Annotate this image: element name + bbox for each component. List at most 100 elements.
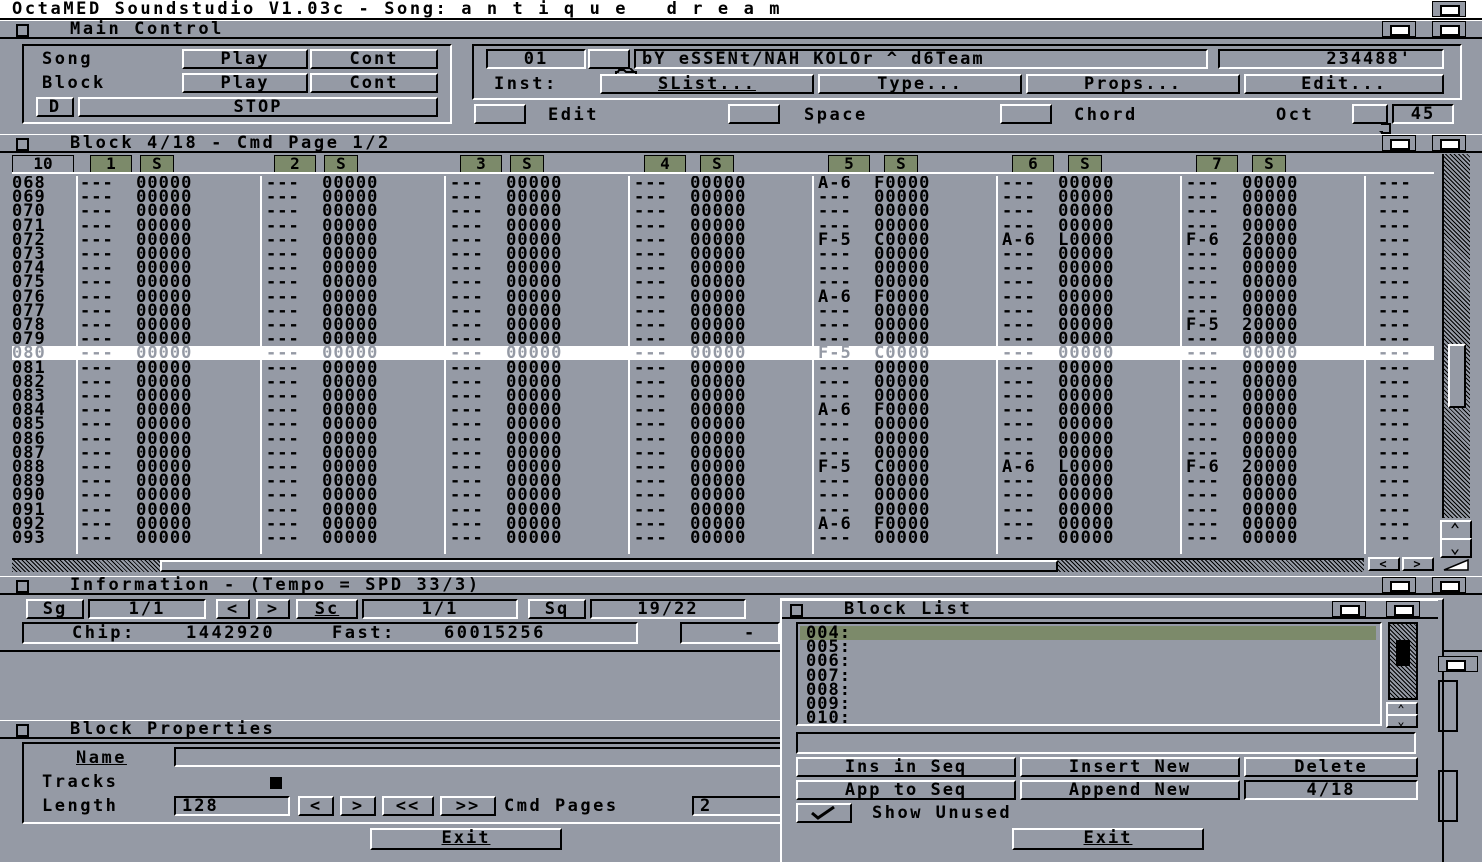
vertical-scrollbar[interactable] [1442, 154, 1470, 518]
scroll-left-arrow-icon[interactable]: < [1368, 557, 1400, 571]
length-inc-button[interactable]: > [340, 796, 376, 816]
block-play-button[interactable]: Play [182, 73, 308, 93]
block-list-item[interactable]: 010: [806, 710, 851, 727]
type-button[interactable]: Type... [818, 74, 1022, 94]
chord-toggle[interactable] [1000, 104, 1052, 124]
tracks-slider-knob[interactable] [270, 777, 282, 789]
block-list-name-field[interactable] [796, 732, 1416, 754]
zoom-gadget-icon[interactable] [1382, 135, 1416, 151]
name-label: Name [76, 748, 127, 768]
status-panel [680, 622, 780, 644]
depth-gadget-icon[interactable] [1432, 135, 1466, 151]
block-properties-titlebar[interactable]: Block Properties [0, 719, 800, 739]
block-cont-button[interactable]: Cont [310, 73, 438, 93]
depth-gadget-icon[interactable] [1432, 21, 1466, 37]
instrument-name-field[interactable]: bY eSSENt/NAH KOLOr ^ d6Team [634, 49, 1208, 69]
horizontal-scrollbar[interactable] [12, 558, 1364, 572]
stop-button[interactable]: STOP [78, 97, 438, 117]
show-unused-checkbox[interactable] [796, 803, 852, 823]
octave-value[interactable]: 45 [1392, 104, 1454, 124]
edit-dialog-button[interactable]: Edit... [1244, 74, 1444, 94]
block-list-title: Block List [844, 599, 973, 619]
song-seq-button[interactable]: Sg [26, 599, 84, 619]
zoom-gadget-icon[interactable] [1382, 21, 1416, 37]
block-name-field[interactable] [174, 747, 794, 767]
close-icon[interactable] [790, 604, 803, 617]
insert-new-button[interactable]: Insert New [1020, 757, 1240, 777]
space-toggle[interactable] [728, 104, 780, 124]
delete-button[interactable]: Delete [1244, 757, 1418, 777]
track-cell[interactable]: --- 00000 [80, 530, 192, 547]
track-cell[interactable]: --- 00000 [450, 530, 562, 547]
ins-in-seq-button[interactable]: Ins in Seq [796, 757, 1016, 777]
block-position-value: 4/18 [1244, 780, 1418, 800]
app-to-seq-button[interactable]: App to Seq [796, 780, 1016, 800]
scroll-thumb[interactable] [1448, 344, 1466, 408]
length-double-button[interactable]: >> [440, 796, 496, 816]
depth-gadget-icon[interactable] [1432, 577, 1466, 593]
song-play-button[interactable]: Play [182, 49, 308, 69]
block-properties-exit-button[interactable]: Exit [370, 828, 562, 850]
song-seq-value: 1/1 [88, 599, 206, 619]
size-gadget-icon[interactable] [1440, 557, 1472, 571]
zoom-gadget-icon[interactable] [1382, 577, 1416, 593]
cmd-pages-label: Cmd Pages [504, 796, 619, 816]
song-cont-button[interactable]: Cont [310, 49, 438, 69]
information-title: Information - (Tempo = SPD 33/3) [70, 575, 481, 595]
length-half-button[interactable]: << [382, 796, 434, 816]
depth-gadget-icon[interactable] [1386, 601, 1420, 617]
block-list-exit-button[interactable]: Exit [1012, 828, 1204, 850]
tracks-label: Tracks [42, 772, 119, 792]
next-button[interactable]: > [256, 599, 290, 619]
edit-toggle[interactable] [474, 104, 526, 124]
scroll-right-arrow-icon[interactable]: > [1402, 557, 1434, 571]
pattern-row[interactable]: 093 --- 00000 --- 00000 --- 00000 --- 00000 -… [12, 530, 1434, 547]
screen-depth-gadget[interactable] [1432, 1, 1466, 17]
sequence-button[interactable]: Sq [528, 599, 586, 619]
header-divider [12, 172, 1434, 174]
track-cell[interactable]: --- 00000 [1186, 530, 1298, 547]
track-cell[interactable]: --- 00000 [818, 530, 930, 547]
scroll-down-arrow-icon[interactable]: ⌄ [1440, 538, 1472, 558]
octave-cycle-button[interactable] [1352, 104, 1392, 135]
track-cell[interactable]: --- 00000 [634, 530, 746, 547]
close-icon[interactable] [16, 138, 29, 151]
block-list-scroll-thumb[interactable] [1396, 640, 1410, 666]
edit-label: Edit [548, 105, 599, 125]
prev-button[interactable]: < [216, 599, 250, 619]
column-divider [996, 176, 998, 554]
column-divider [812, 176, 814, 554]
zoom-gadget-icon[interactable] [1332, 601, 1366, 617]
column-divider [1180, 176, 1182, 554]
close-icon[interactable] [16, 24, 29, 37]
length-label: Length [42, 796, 119, 816]
block-list-down-arrow-icon[interactable]: ⌄ [1386, 714, 1418, 728]
section-button[interactable]: Sc [296, 599, 358, 619]
scroll-up-arrow-icon[interactable]: ⌃ [1440, 520, 1472, 540]
depth-gadget-icon[interactable] [1438, 656, 1478, 672]
length-dec-button[interactable]: < [298, 796, 334, 816]
track-cell[interactable]: --- 00000 [266, 530, 378, 547]
block-list-scrollbar[interactable] [1388, 622, 1418, 700]
close-icon[interactable] [16, 724, 29, 737]
slist-button[interactable]: SList... [600, 74, 814, 94]
status-dash: - [744, 623, 757, 643]
hscroll-thumb[interactable] [160, 560, 1058, 572]
load-instrument-button[interactable] [588, 49, 638, 81]
d-button[interactable]: D [36, 97, 74, 117]
block-editor-titlebar[interactable]: Block 4/18 - Cmd Page 1/2 [0, 133, 1482, 153]
props-button[interactable]: Props... [1026, 74, 1240, 94]
track-cell[interactable]: --- 00000 [1002, 530, 1114, 547]
pattern-editor[interactable]: 068 --- 00000 --- 00000 --- 00000 --- 00000 A… [12, 176, 1434, 546]
cmd-pages-field[interactable]: 2 [692, 796, 792, 816]
block-label: Block [42, 73, 106, 93]
length-field[interactable]: 128 [174, 796, 290, 816]
main-control-titlebar[interactable]: Main Control [0, 19, 1482, 39]
block-list-titlebar[interactable]: Block List [782, 599, 1438, 619]
close-icon[interactable] [16, 580, 29, 593]
information-titlebar[interactable]: Information - (Tempo = SPD 33/3) [0, 575, 1482, 595]
track-cell[interactable]: --- [1378, 530, 1412, 547]
instrument-number[interactable]: 01 [486, 49, 586, 69]
tracks-slider[interactable] [174, 772, 794, 792]
append-new-button[interactable]: Append New [1020, 780, 1240, 800]
